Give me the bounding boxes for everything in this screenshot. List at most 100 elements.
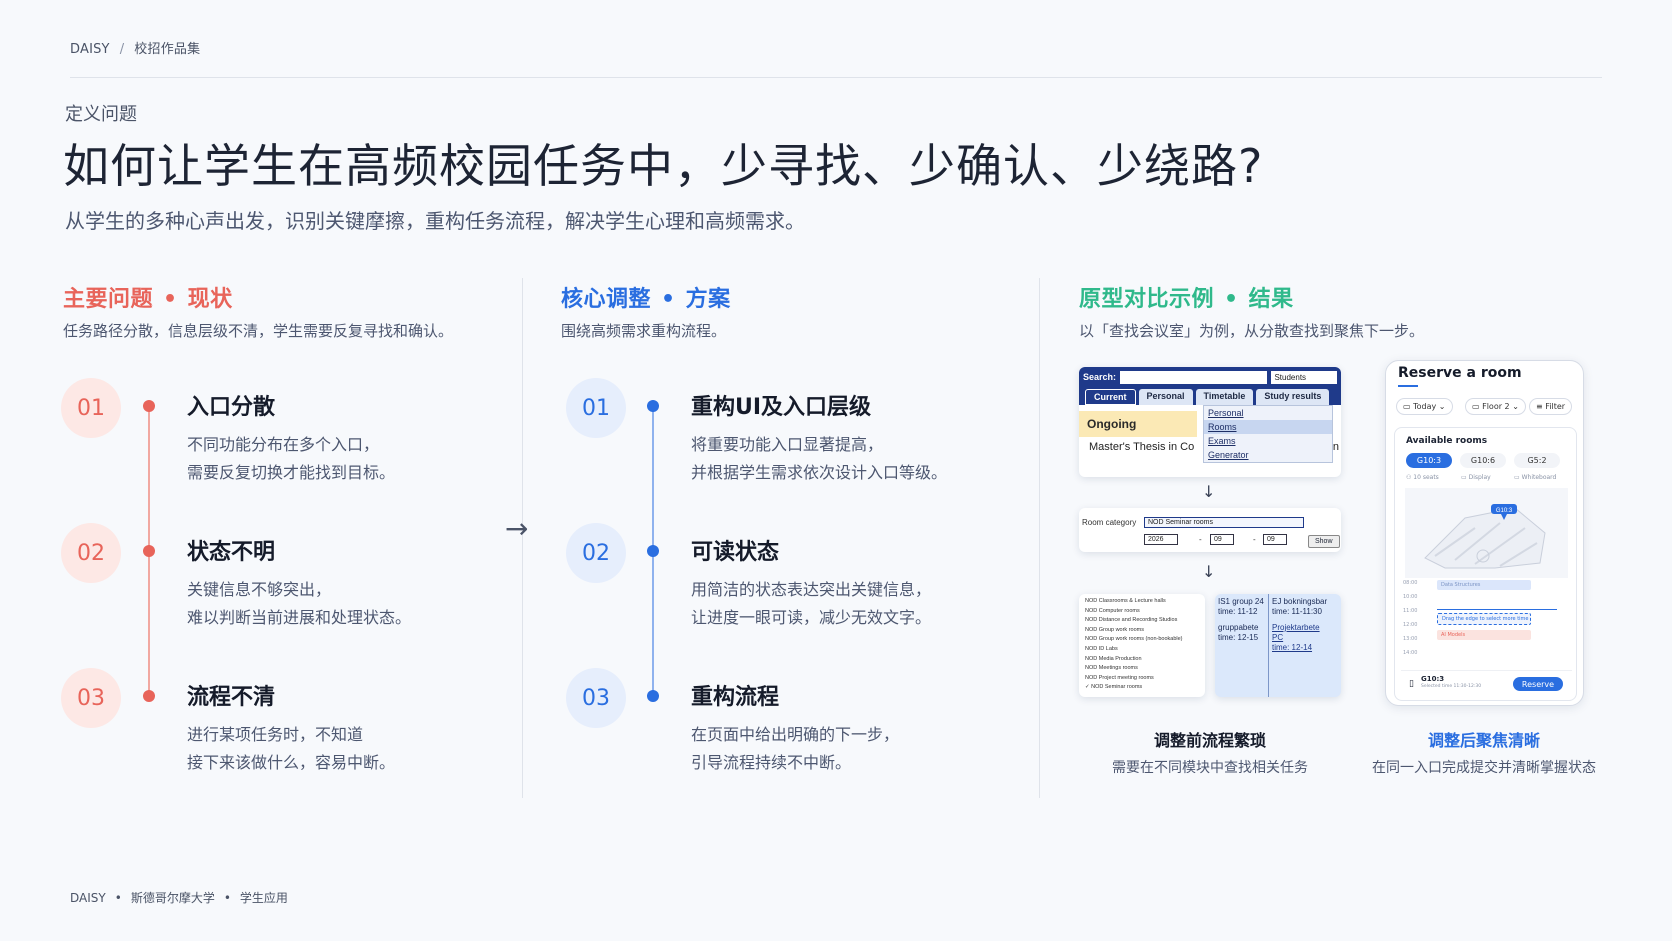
room-chip-g10-6[interactable]: G10:6 xyxy=(1460,453,1506,468)
legacy-dropdown-menu: Personal Rooms Exams Generator xyxy=(1203,405,1333,463)
legacy-search-input[interactable] xyxy=(1120,370,1268,384)
legacy-room-option-9[interactable]: NOD Project meeting rooms xyxy=(1085,674,1199,684)
solution-desc-3: 在页面中给出明确的下一步， 引导流程持续不中断。 xyxy=(691,721,899,777)
problems-heading: 主要问题 • 现状 xyxy=(63,281,233,313)
legacy-room-option-7[interactable]: NOD Media Production xyxy=(1085,655,1199,665)
solution-number-1: 01 xyxy=(566,378,626,438)
room-chip-g5-2[interactable]: G5:2 xyxy=(1514,453,1560,468)
before-caption-desc: 需要在不同模块中查找相关任务 xyxy=(1112,760,1308,776)
after-caption: 调整后聚焦清晰 xyxy=(1427,731,1540,750)
footer-app: 学生应用 xyxy=(239,891,288,905)
floor-map[interactable]: G10:3 xyxy=(1405,488,1568,578)
legacy-year-select[interactable]: 2026 xyxy=(1144,534,1178,545)
legacy-thesis-tail: n xyxy=(1332,441,1339,453)
time-grid[interactable]: 08:00 10:00 11:00 12:00 13:00 14:00 Data… xyxy=(1401,580,1572,664)
filter-floor-pill[interactable]: ▭ Floor 2 ⌄ xyxy=(1465,398,1526,415)
solutions-heading: 核心调整 • 方案 xyxy=(561,281,731,313)
legacy-cal-a3: gruppabete xyxy=(1218,623,1259,632)
footer-brand: DAISY xyxy=(70,891,106,905)
legacy-cal-b1: EJ bokningsbar xyxy=(1272,597,1328,606)
legacy-room-option-1[interactable]: NOD Classrooms & Lecture halls xyxy=(1085,597,1199,607)
header-divider xyxy=(70,77,1602,78)
legacy-room-option-6[interactable]: NOD ID Labs xyxy=(1085,645,1199,655)
solution-desc-2-line1: 用简洁的状态表达突出关键信息， xyxy=(691,580,932,599)
legacy-calendar-col-1: IS1 group 24 time: 11-12 gruppabete time… xyxy=(1218,597,1264,643)
results-heading-dot: • xyxy=(1224,287,1239,312)
solutions-heading-a: 核心调整 xyxy=(561,287,652,312)
legacy-cal-b3[interactable]: Projektarbete xyxy=(1272,623,1327,633)
legacy-room-option-3[interactable]: NOD Distance and Recording Studios xyxy=(1085,616,1199,626)
legacy-menu-personal[interactable]: Personal xyxy=(1204,406,1332,420)
breadcrumb-brand[interactable]: DAISY xyxy=(70,42,110,57)
legacy-tab-timetable[interactable]: Timetable xyxy=(1195,389,1254,405)
solution-timeline-dot-3 xyxy=(647,690,659,702)
time-label-6: 14:00 xyxy=(1403,650,1418,656)
problem-timeline-dot-3 xyxy=(143,690,155,702)
legacy-room-option-8[interactable]: NOD Meetings rooms xyxy=(1085,664,1199,674)
solutions-heading-b: 方案 xyxy=(685,287,731,312)
filter-pill[interactable]: ≡ Filter xyxy=(1529,398,1573,415)
results-heading-a: 原型对比示例 xyxy=(1079,287,1215,312)
legacy-day-select[interactable]: 09 xyxy=(1263,534,1287,545)
legacy-cal-b4[interactable]: PC xyxy=(1272,633,1327,643)
footer-school: 斯德哥尔摩大学 xyxy=(130,891,215,905)
feature-seats: ⚇ 10 seats xyxy=(1406,474,1439,481)
legacy-tab-study-results[interactable]: Study results xyxy=(1256,389,1330,405)
legacy-room-option-2[interactable]: NOD Computer rooms xyxy=(1085,607,1199,617)
problem-desc-3: 进行某项任务时，不知道 接下来该做什么，容易中断。 xyxy=(187,721,395,777)
problem-desc-1-line2: 需要反复切换才能找到目标。 xyxy=(187,463,396,482)
legacy-room-category-select[interactable]: NOD Seminar rooms xyxy=(1144,517,1304,528)
legacy-cal-a1: IS1 group 24 xyxy=(1218,597,1264,606)
room-selected-icon: ▯ xyxy=(1409,679,1414,689)
feature-whiteboard-label: Whiteboard xyxy=(1521,474,1557,481)
legacy-room-category-label: Room category xyxy=(1082,518,1137,527)
legacy-menu-exams[interactable]: Exams xyxy=(1204,434,1332,448)
legacy-tabs: Current Personal Timetable Study results xyxy=(1079,387,1341,405)
flow-down-icon-2: ↓ xyxy=(1202,562,1216,581)
breadcrumb-section[interactable]: 校招作品集 xyxy=(134,42,200,57)
before-caption: 调整前流程繁琐 xyxy=(1153,731,1266,750)
filter-today-pill[interactable]: ▭ Today ⌄ xyxy=(1396,398,1453,415)
legacy-tab-personal[interactable]: Personal xyxy=(1138,389,1193,405)
legacy-date-dash-2: - xyxy=(1253,535,1256,544)
selectable-slot[interactable]: Drag the edge to select more time xyxy=(1437,613,1531,625)
legacy-room-option-10[interactable]: ✓ NOD Seminar rooms xyxy=(1085,683,1199,693)
legacy-room-category-form: Room category NOD Seminar rooms 2026 - 0… xyxy=(1079,508,1341,552)
busy-slot-ai-models: AI Models xyxy=(1437,630,1531,640)
reserve-button[interactable]: Reserve xyxy=(1513,677,1563,691)
legacy-calendar: IS1 group 24 time: 11-12 gruppabete time… xyxy=(1215,594,1341,697)
problem-desc-1-line1: 不同功能分布在多个入口， xyxy=(187,435,380,454)
legacy-ongoing-header: Ongoing xyxy=(1079,411,1197,437)
room-chip-g10-3[interactable]: G10:3 xyxy=(1406,453,1452,468)
problem-desc-2-line1: 关键信息不够突出， xyxy=(187,580,332,599)
results-heading-b: 结果 xyxy=(1248,287,1294,312)
solutions-heading-dot: • xyxy=(661,287,676,312)
legacy-students-select[interactable]: Students xyxy=(1271,370,1337,384)
time-label-5: 13:00 xyxy=(1403,636,1418,642)
time-label-1: 08:00 xyxy=(1403,580,1418,586)
eyebrow-label: 定义问题 xyxy=(65,104,137,125)
filter-label: Filter xyxy=(1545,402,1566,411)
time-label-4: 12:00 xyxy=(1403,622,1418,628)
legacy-room-option-4[interactable]: NOD Group work rooms xyxy=(1085,626,1199,636)
legacy-cal-b5[interactable]: time: 12-14 xyxy=(1272,643,1327,653)
solution-title-3: 重构流程 xyxy=(691,685,780,710)
legacy-menu-generator[interactable]: Generator xyxy=(1204,448,1332,462)
problem-title-1: 入口分散 xyxy=(187,395,276,420)
legacy-show-button[interactable]: Show xyxy=(1308,535,1340,548)
legacy-tab-current[interactable]: Current xyxy=(1085,389,1136,405)
legacy-calendar-divider xyxy=(1268,594,1269,697)
problem-number-2: 02 xyxy=(61,523,121,583)
footer: DAISY • 斯德哥尔摩大学 • 学生应用 xyxy=(70,889,288,906)
title-underline xyxy=(1398,385,1418,387)
feature-display-label: Display xyxy=(1468,474,1491,481)
legacy-room-option-5[interactable]: NOD Group work rooms (non-bookable) xyxy=(1085,635,1199,645)
legacy-menu-rooms[interactable]: Rooms xyxy=(1204,420,1332,434)
redesign-phone: Reserve a room ▭ Today ⌄ ▭ Floor 2 ⌄ ≡ F… xyxy=(1385,360,1584,706)
selected-room-time: Selected time 11:30-12:30 xyxy=(1421,684,1482,689)
legacy-month-select[interactable]: 09 xyxy=(1210,534,1234,545)
problem-desc-3-line2: 接下来该做什么，容易中断。 xyxy=(187,753,396,772)
solution-desc-1: 将重要功能入口显著提高， 并根据学生需求依次设计入口等级。 xyxy=(691,431,947,487)
available-rooms-card: Available rooms G10:3 G10:6 G5:2 ⚇ 10 se… xyxy=(1394,427,1577,701)
after-caption-desc: 在同一入口完成提交并清晰掌握状态 xyxy=(1372,760,1596,776)
